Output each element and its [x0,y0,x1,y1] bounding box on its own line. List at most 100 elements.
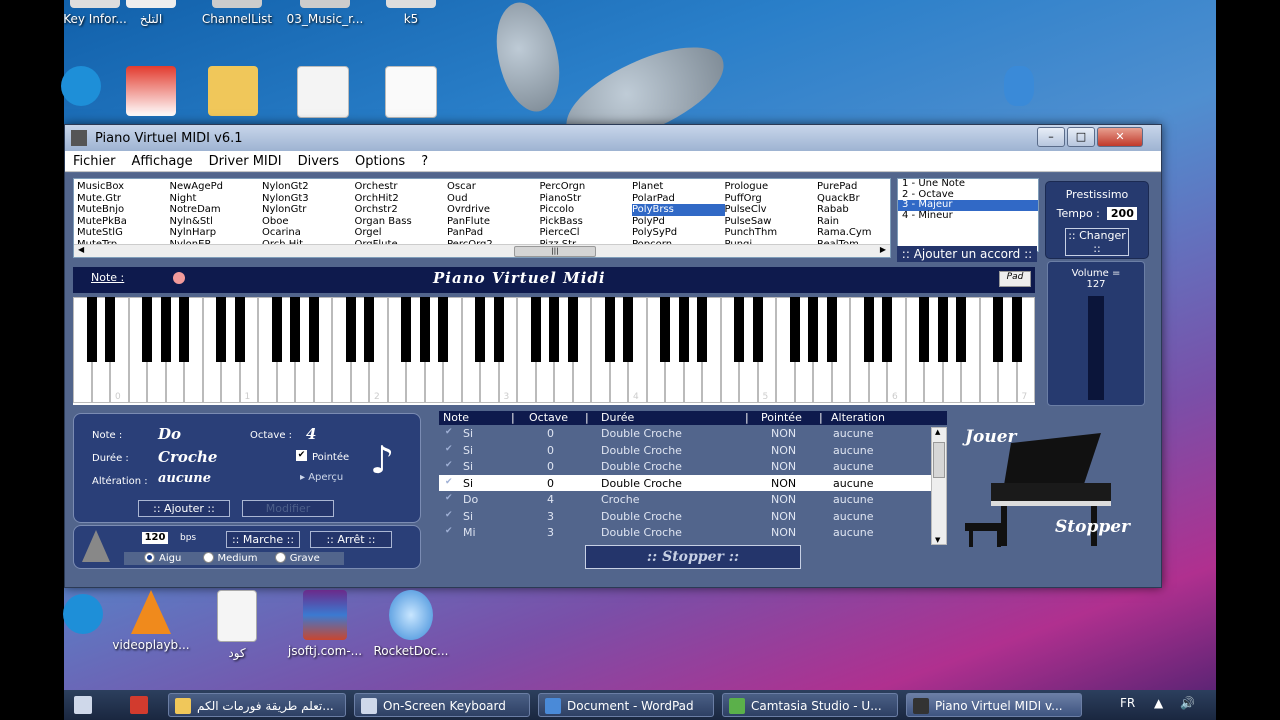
stop-label[interactable]: Stopper [1055,517,1130,537]
play-label[interactable]: Jouer [965,427,1017,447]
black-key[interactable] [604,297,615,362]
black-key[interactable] [216,297,226,362]
black-key[interactable] [493,297,504,362]
apercu-label[interactable]: ▸ Aperçu [300,472,343,483]
instrument-item[interactable]: Organ Bass [355,216,448,228]
instrument-item[interactable]: Rama.Cym [817,227,910,239]
mario-icon[interactable] [106,66,196,120]
table-row[interactable]: ✔ Si 3 Double Croche NON aucune [439,508,947,525]
tray-arrow-icon[interactable]: ▲ [1154,696,1163,710]
metronome-stop-button[interactable]: :: Arrêt :: [310,531,392,548]
black-key[interactable] [863,297,874,362]
menu-help[interactable]: ? [421,154,428,169]
instrument-item[interactable]: MuteBnjo [77,204,170,216]
black-key[interactable] [308,297,319,362]
instrument-item[interactable]: Night [170,193,263,205]
change-tempo-button[interactable]: :: Changer :: [1065,228,1129,256]
table-row[interactable]: ✔ Mi 3 Double Croche NON aucune [439,524,947,541]
instrument-item[interactable]: PolyBrss [632,204,725,216]
instrument-item[interactable]: PolyPd [632,216,725,228]
instrument-item[interactable]: Rabab [817,204,910,216]
black-key[interactable] [567,297,578,362]
pad-button[interactable]: Pad [999,271,1031,287]
task-wordpad[interactable]: Document - WordPad [538,693,714,717]
instrument-item[interactable]: Oud [447,193,540,205]
rocketdock-icon[interactable]: RocketDoc... [366,590,456,658]
black-key[interactable] [345,297,356,362]
task-on-screen-keyboard[interactable]: On-Screen Keyboard [354,693,530,717]
sequence-table[interactable]: Note | Octave | Durée | Pointée | Altera… [439,411,947,543]
instrument-item[interactable]: MuteStlG [77,227,170,239]
instrument-item[interactable]: Mute.Gtr [77,193,170,205]
col-pointee[interactable]: Pointée [761,411,802,424]
document-icon[interactable] [366,66,456,122]
instrument-item[interactable]: PunchThm [725,227,818,239]
black-key[interactable] [697,297,707,362]
black-key[interactable] [271,297,282,362]
table-scrollbar[interactable]: ▲ ▼ [931,427,947,545]
black-key[interactable] [142,297,152,362]
chord-item[interactable]: 1 - Une Note [898,178,1038,190]
bpm-input[interactable]: 120 [142,532,168,544]
instrument-item[interactable]: MusicBox [77,181,170,193]
instrument-item[interactable]: PanFlute [447,216,540,228]
black-key[interactable] [160,297,171,362]
scroll-thumb[interactable]: ||| [514,246,596,257]
black-key[interactable] [86,297,97,362]
black-key[interactable] [530,297,541,362]
instrument-item[interactable]: MutePkBa [77,216,170,228]
black-key[interactable] [734,297,744,362]
black-key[interactable] [752,297,763,362]
instrument-item[interactable]: PolarPad [632,193,725,205]
black-key[interactable] [678,297,689,362]
col-note[interactable]: Note [443,411,469,424]
pointee-checkbox[interactable]: ✔ [296,450,307,461]
scroll-up-icon[interactable]: ▲ [935,428,940,436]
black-key[interactable] [105,297,115,362]
desktop-icon[interactable]: ChannelList [192,0,282,26]
radio-medium[interactable]: Medium [202,552,258,564]
black-key[interactable] [882,297,892,362]
piano-keyboard[interactable]: 0 1 2 3 4 5 6 7 [73,297,1035,405]
instrument-item[interactable]: PuffOrg [725,193,818,205]
table-row[interactable]: ✔ Do 4 Croche NON aucune [439,491,947,508]
black-key[interactable] [919,297,929,362]
row-check-icon[interactable]: ✔ [445,460,454,470]
black-key[interactable] [549,297,559,362]
black-key[interactable] [401,297,411,362]
instrument-item[interactable]: Piccolo [540,204,633,216]
task-piano-virtuel[interactable]: Piano Virtuel MIDI v... [906,693,1082,717]
instrument-item[interactable]: PulseClv [725,204,818,216]
instrument-item[interactable]: PickBass [540,216,633,228]
instrument-item[interactable]: Orchestr [355,181,448,193]
menu-affichage[interactable]: Affichage [132,154,193,169]
black-key[interactable] [234,297,245,362]
task-camtasia[interactable]: Camtasia Studio - U... [722,693,898,717]
instrument-scrollbar[interactable]: ◀ ||| ▶ [74,244,890,257]
instrument-item[interactable]: Oscar [447,181,540,193]
menu-divers[interactable]: Divers [298,154,339,169]
menu-options[interactable]: Options [355,154,405,169]
instrument-item[interactable]: Rain [817,216,910,228]
character-icon[interactable] [974,66,1064,110]
instrument-item[interactable]: NylonGt2 [262,181,355,193]
black-key[interactable] [438,297,448,362]
instrument-list[interactable]: MusicBox NewAgePd NylonGt2 Orchestr Oscar Per… [73,178,891,258]
instrument-item[interactable]: PierceCl [540,227,633,239]
winrar-icon[interactable]: jsoftj.com-... [280,590,370,658]
menu-fichier[interactable]: Fichier [73,154,116,169]
volume-slider[interactable] [1088,296,1104,400]
instrument-item[interactable]: NewAgePd [170,181,263,193]
black-key[interactable] [179,297,189,362]
chord-item-selected[interactable]: 3 - Majeur [898,199,1038,211]
document-icon[interactable] [278,66,368,122]
row-check-icon[interactable]: ✔ [445,526,454,536]
col-octave[interactable]: Octave [529,411,568,424]
instrument-item[interactable]: Ovrdrive [447,204,540,216]
row-check-icon[interactable]: ✔ [445,427,454,437]
black-key[interactable] [1011,297,1022,362]
add-note-button[interactable]: :: Ajouter :: [138,500,230,517]
chord-list[interactable]: 1 - Une Note 2 - Octave 3 - Majeur 4 - M… [897,178,1039,252]
minimize-button[interactable]: – [1037,127,1065,147]
menu-driver-midi[interactable]: Driver MIDI [209,154,282,169]
